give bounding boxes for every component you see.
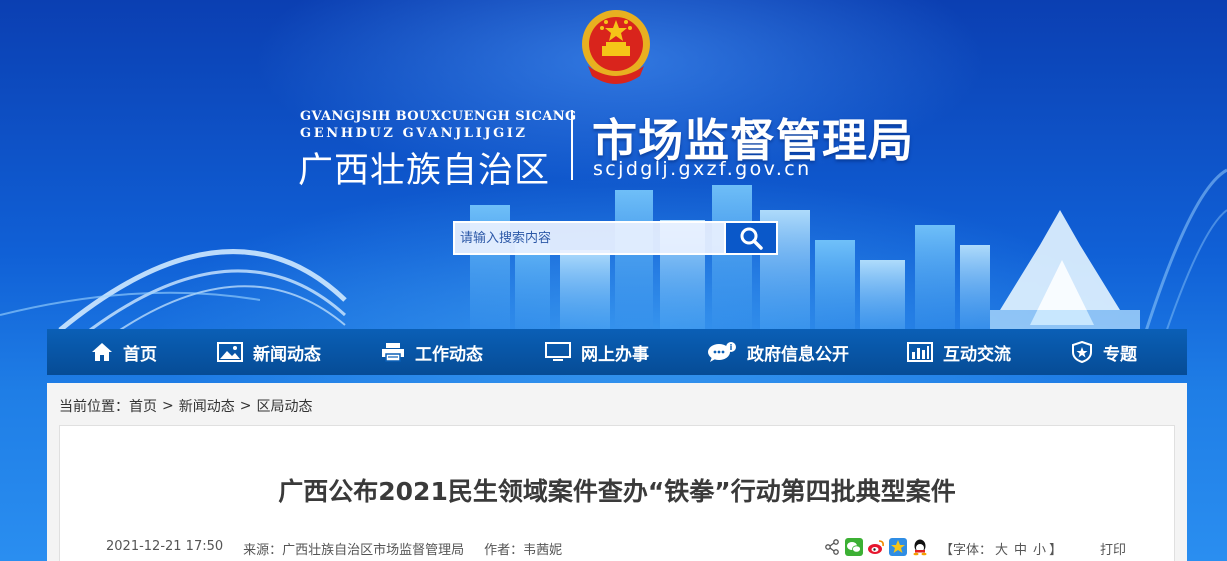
font-size-label-close: 】 xyxy=(1049,543,1063,558)
svg-text:i: i xyxy=(730,343,733,352)
image-icon xyxy=(217,342,243,362)
nav-item-special-topics[interactable]: 专题 xyxy=(1071,329,1137,375)
share-wechat-button[interactable] xyxy=(844,537,863,556)
font-size-medium[interactable]: 中 xyxy=(1014,539,1027,558)
nav-item-label: 互动交流 xyxy=(943,344,1011,365)
breadcrumb-link-regional-news[interactable]: 区局动态 xyxy=(256,396,312,416)
breadcrumb-link-home[interactable]: 首页 xyxy=(129,396,157,416)
share-qzone-button[interactable] xyxy=(888,537,907,556)
search-button[interactable] xyxy=(724,221,778,255)
home-icon xyxy=(92,343,112,361)
nav-item-home[interactable]: 首页 xyxy=(91,329,157,375)
shield-icon xyxy=(1072,341,1092,363)
nav-item-label: 工作动态 xyxy=(415,344,483,365)
article-author: 作者：韦茜妮 xyxy=(484,543,563,558)
qq-icon xyxy=(913,539,926,555)
share-qq-button[interactable] xyxy=(910,537,929,556)
site-domain: scjdglj.gxzf.gov.cn xyxy=(593,158,812,180)
share-button[interactable] xyxy=(822,537,841,556)
nav-item-work[interactable]: 工作动态 xyxy=(381,329,483,375)
pinyin-name-line2: GENHDUZ GVANJLIJGIZ xyxy=(300,126,528,141)
article-source: 来源：广西壮族自治区市场监督管理局 xyxy=(243,543,465,558)
share-weibo-button[interactable] xyxy=(866,537,885,556)
main-nav: 首页 新闻动态 工作动态 网上办事 i 政府信息公开 互动交流 专题 xyxy=(47,329,1187,375)
bar-chart-icon xyxy=(907,342,933,362)
nav-item-news[interactable]: 新闻动态 xyxy=(217,329,321,375)
search-input[interactable] xyxy=(453,221,724,255)
nav-item-gov-info[interactable]: i 政府信息公开 xyxy=(707,329,849,375)
nav-item-label: 政府信息公开 xyxy=(747,344,849,365)
wechat-icon xyxy=(844,537,863,556)
nav-item-label: 专题 xyxy=(1103,344,1137,365)
breadcrumb-prefix: 当前位置： xyxy=(59,399,129,415)
brand-divider xyxy=(571,110,573,180)
share-icon xyxy=(824,538,839,555)
printer-icon xyxy=(382,343,404,362)
weibo-icon xyxy=(867,539,884,554)
breadcrumb-separator: > xyxy=(162,398,174,414)
content-panel: 当前位置： 首页 > 新闻动态 > 区局动态 广西公布2021民生领域案件查办“… xyxy=(47,383,1187,561)
share-bar xyxy=(822,537,929,556)
font-size-label-open: 【字体： xyxy=(940,543,993,558)
national-emblem-icon xyxy=(582,10,650,84)
article-meta: 2021-12-21 17:50 来源：广西壮族自治区市场监督管理局 作者：韦茜… xyxy=(106,539,562,558)
print-button[interactable]: 打印 xyxy=(1100,539,1126,558)
breadcrumb-separator: > xyxy=(239,398,252,414)
font-size-large[interactable]: 大 xyxy=(995,539,1008,558)
breadcrumb: 当前位置： 首页 > 新闻动态 > 区局动态 xyxy=(59,396,312,416)
speech-bubble-icon: i xyxy=(708,342,736,362)
breadcrumb-link-news[interactable]: 新闻动态 xyxy=(179,396,235,416)
nav-item-interaction[interactable]: 互动交流 xyxy=(907,329,1011,375)
article-card: 广西公布2021民生领域案件查办“铁拳”行动第四批典型案件 2021-12-21… xyxy=(59,425,1175,561)
article-datetime: 2021-12-21 17:50 xyxy=(106,539,224,554)
pinyin-name-line1: GVANGJSIH BOUXCUENGH SICANG xyxy=(300,109,577,124)
font-size-control: 【字体： 大 中 小 】 xyxy=(940,539,1062,558)
nav-item-label: 网上办事 xyxy=(581,344,649,365)
nav-item-label: 首页 xyxy=(123,344,157,365)
monitor-icon xyxy=(545,342,571,361)
nav-item-label: 新闻动态 xyxy=(253,344,321,365)
region-name: 广西壮族自治区 xyxy=(298,151,551,191)
search-bar xyxy=(453,221,778,255)
nav-item-online-service[interactable]: 网上办事 xyxy=(545,329,649,375)
article-title: 广西公布2021民生领域案件查办“铁拳”行动第四批典型案件 xyxy=(278,477,956,506)
search-icon xyxy=(740,227,763,250)
qzone-icon xyxy=(888,537,907,556)
font-size-small[interactable]: 小 xyxy=(1033,539,1046,558)
